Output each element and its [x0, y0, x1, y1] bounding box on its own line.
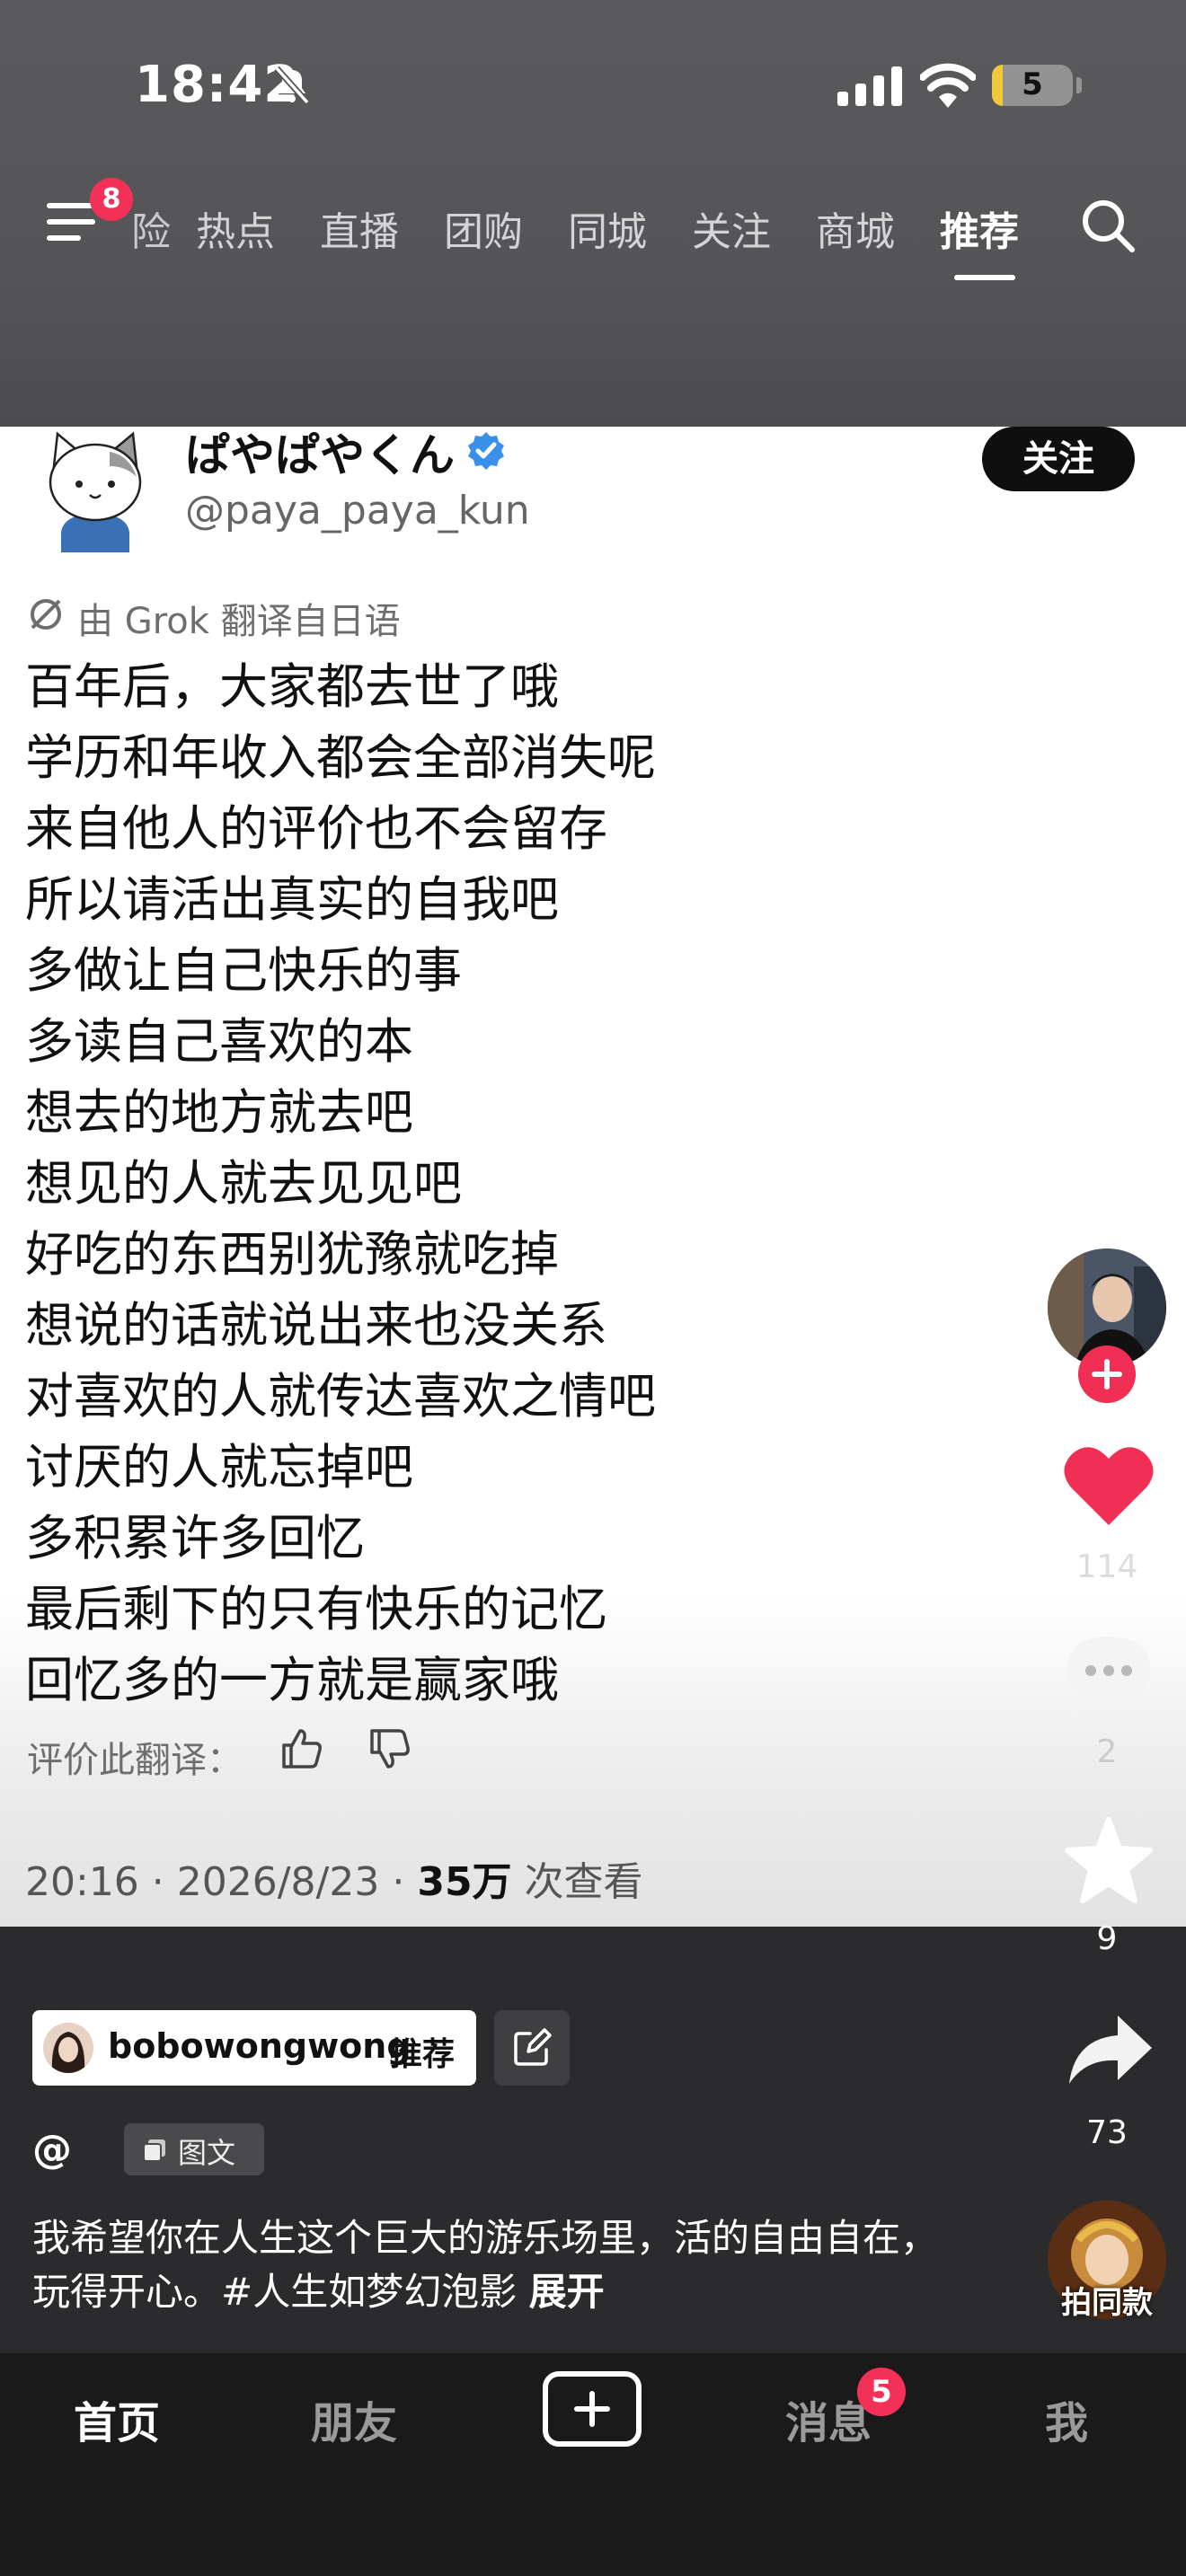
follow-plus-icon[interactable] [1078, 1345, 1136, 1403]
caption[interactable]: 我希望你在人生这个巨大的游乐场里，活的自由自在，玩得开心。#人生如梦幻泡影 展开 [32, 2211, 967, 2319]
nav-me[interactable]: 我 [1045, 2387, 1088, 2450]
translate-note: 由 Grok 翻译自日语 [77, 601, 401, 642]
thumbs-down-icon[interactable] [367, 1725, 413, 1772]
follow-button[interactable]: 关注 [982, 427, 1135, 491]
post-card[interactable]: ぱやぱやくん @paya_paya_kun 关注 由 Grok 翻译自日语 百年… [0, 427, 1186, 1927]
create-button[interactable] [543, 2371, 642, 2447]
post-type-label: 图文 [178, 2136, 236, 2170]
recommender-name: bobowongwong [108, 2026, 412, 2066]
recommender-chip[interactable]: bobowongwong 推荐 [32, 2010, 476, 2086]
plus-icon [574, 2391, 610, 2427]
edit-icon [514, 2028, 552, 2066]
post-line: 所以请活出真实的自我吧 [25, 871, 559, 928]
favorite-star-icon[interactable] [1062, 1816, 1155, 1906]
post-line: 来自他人的评价也不会留存 [25, 800, 607, 857]
rate-translation-label: 评价此翻译： [27, 1740, 243, 1781]
expand-link[interactable]: 展开 [529, 2270, 605, 2314]
like-count: 114 [1075, 1548, 1138, 1585]
comment-count: 2 [1096, 1734, 1118, 1770]
post-line: 学历和年收入都会全部消失呢 [25, 729, 656, 786]
tab-following[interactable]: 关注 [692, 199, 771, 257]
comment-icon[interactable] [1064, 1633, 1154, 1716]
nav-home[interactable]: 首页 [74, 2387, 160, 2450]
views-count: 35万 [417, 1859, 512, 1905]
use-template-label[interactable]: 拍同款 [1042, 2278, 1172, 2322]
edit-button[interactable] [494, 2010, 570, 2086]
image-text-icon [143, 2139, 165, 2162]
post-line: 对喜欢的人就传达喜欢之情吧 [25, 1368, 656, 1425]
messages-badge: 5 [857, 2368, 906, 2416]
battery-level: 5 [1022, 66, 1043, 102]
tab-local[interactable]: 同城 [568, 199, 647, 257]
post-line: 多做让自己快乐的事 [25, 942, 462, 999]
battery-icon: 5 [992, 65, 1073, 106]
favorite-count: 9 [1096, 1920, 1118, 1957]
bell-muted-icon [274, 66, 310, 105]
post-line: 想见的人就去见见吧 [25, 1155, 462, 1212]
post-line: 最后剩下的只有快乐的记忆 [25, 1581, 607, 1637]
nav-friends[interactable]: 朋友 [311, 2387, 397, 2450]
share-count: 73 [1086, 2114, 1128, 2151]
grok-icon [31, 599, 61, 630]
tab-group-buy[interactable]: 团购 [444, 199, 523, 257]
post-line: 多读自己喜欢的本 [25, 1013, 413, 1070]
mention-at[interactable]: @ [32, 2127, 72, 2173]
post-line: 多积累许多回忆 [25, 1510, 365, 1566]
tab-recommend[interactable]: 推荐 [940, 199, 1019, 257]
like-heart-icon[interactable] [1062, 1442, 1155, 1529]
bottom-nav: 首页 朋友 消息 5 我 [0, 2353, 1186, 2576]
tab-mall[interactable]: 商城 [816, 199, 895, 257]
post-type-chip[interactable]: 图文 [124, 2123, 264, 2175]
share-arrow-icon[interactable] [1066, 2012, 1155, 2089]
recommend-tag: 推荐 [390, 2036, 456, 2073]
poster-handle[interactable]: @paya_paya_kun [185, 488, 530, 534]
search-icon[interactable] [1078, 196, 1137, 255]
tab-live[interactable]: 直播 [320, 199, 399, 257]
poster-avatar[interactable] [36, 427, 155, 552]
post-line: 讨厌的人就忘掉吧 [25, 1439, 413, 1495]
post-line: 想去的地方就去吧 [25, 1084, 413, 1141]
wifi-icon [920, 63, 976, 108]
post-line: 回忆多的一方就是赢家哦 [25, 1652, 559, 1708]
thumbs-up-icon[interactable] [279, 1725, 325, 1772]
top-tabs: 热点 直播 团购 同城 关注 商城 推荐 [0, 199, 1186, 255]
post-text: 百年后，大家都去世了哦 学历和年收入都会全部消失呢 来自他人的评价也不会留存 所… [25, 651, 656, 1716]
post-timestamp: 20:16 · 2026/8/23 · 35万 次查看 [25, 1859, 643, 1905]
top-bar: 18:42 5 8 险 热点 直播 团购 同城 关注 商城 推荐 [0, 0, 1186, 427]
post-line: 想说的话就说出来也没关系 [25, 1297, 607, 1354]
tab-hot[interactable]: 热点 [196, 199, 275, 257]
signal-icon [837, 66, 902, 106]
post-line: 好吃的东西别犹豫就吃掉 [25, 1226, 559, 1283]
active-tab-indicator [954, 275, 1015, 280]
post-line: 百年后，大家都去世了哦 [25, 658, 559, 715]
recommender-avatar [43, 2023, 93, 2073]
poster-name[interactable]: ぱやぱやくん [185, 419, 455, 484]
verified-badge-icon [468, 432, 504, 470]
